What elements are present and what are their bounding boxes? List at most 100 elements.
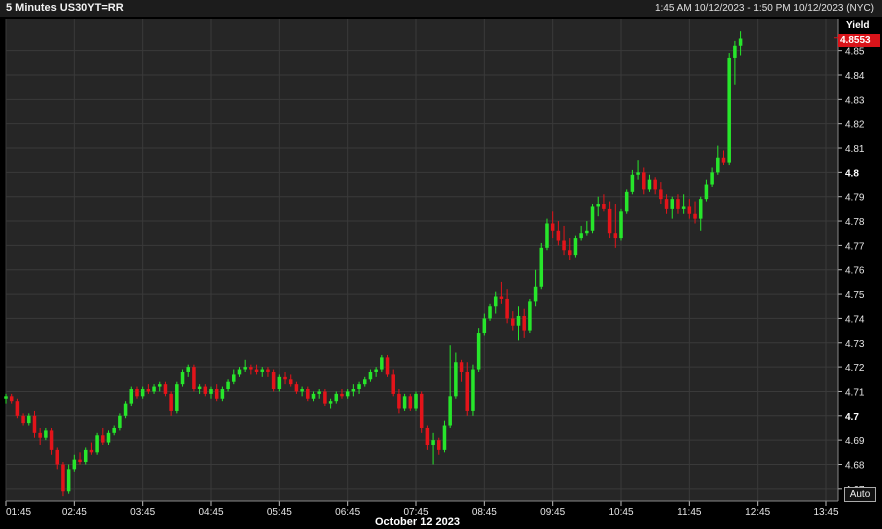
candle-body	[738, 38, 743, 46]
candle-body	[437, 440, 441, 450]
candle-body	[89, 449, 94, 453]
candle-body	[471, 369, 475, 411]
candle-body	[556, 230, 561, 241]
candle-body	[288, 379, 293, 385]
candle-body	[391, 374, 395, 394]
candle-body	[368, 371, 373, 380]
x-axis-date-label: October 12 2023	[375, 516, 460, 528]
candle-body	[727, 57, 731, 163]
candle-body	[613, 233, 618, 239]
candle-body	[180, 371, 185, 385]
candle-body	[260, 369, 265, 372]
candle-body	[186, 367, 190, 372]
candle-body	[419, 393, 424, 428]
candle-body	[721, 157, 726, 163]
candle-body	[664, 199, 669, 209]
x-tick-label: 10:45	[608, 507, 633, 518]
candle-body	[505, 298, 509, 319]
candle-body	[209, 389, 213, 394]
candle-body	[585, 230, 589, 234]
candle-body	[203, 386, 208, 394]
x-tick-label: 02:45	[62, 507, 87, 518]
candle-body	[61, 464, 65, 492]
candle-body	[710, 172, 714, 185]
x-tick-label: 06:45	[335, 507, 360, 518]
y-tick-label: 4.8	[845, 168, 859, 179]
candle-body	[266, 369, 270, 372]
candle-body	[630, 174, 635, 192]
candle-body	[163, 384, 168, 394]
x-tick-label: 13:45	[813, 507, 838, 518]
candle-body	[157, 384, 162, 387]
candle-body	[408, 396, 413, 409]
y-tick-label: 4.75	[845, 290, 865, 301]
x-tick-label: 11:45	[677, 507, 702, 518]
candle-body	[516, 315, 521, 326]
candle-body	[642, 172, 646, 190]
y-tick-label: 4.68	[845, 460, 865, 471]
candle-body	[465, 371, 470, 411]
candle-body	[140, 389, 145, 397]
candle-body	[357, 384, 361, 390]
candle-body	[698, 199, 703, 219]
y-tick-label: 4.69	[845, 436, 865, 447]
candle-body	[197, 386, 202, 390]
candle-body	[414, 393, 418, 409]
candle-body	[676, 199, 680, 209]
candle-body	[340, 393, 344, 397]
candle-body	[83, 449, 88, 463]
x-tick-label: 05:45	[267, 507, 292, 518]
candle-body	[55, 449, 60, 465]
candlestick-chart: 4.674.684.694.74.714.724.734.744.754.764…	[4, 19, 870, 518]
candle-body	[106, 432, 111, 443]
candle-body	[499, 296, 504, 299]
candle-body	[169, 393, 173, 411]
candle-body	[659, 189, 663, 200]
candle-body	[21, 415, 25, 424]
candle-body	[95, 435, 99, 453]
y-tick-label: 4.78	[845, 217, 865, 228]
candle-body	[488, 306, 492, 319]
candle-body	[243, 367, 247, 370]
candle-body	[716, 157, 720, 173]
candle-body	[602, 204, 606, 209]
candle-body	[448, 396, 452, 426]
candle-body	[454, 362, 458, 397]
x-tick-label: 09:45	[540, 507, 565, 518]
candle-body	[123, 403, 128, 416]
y-tick-label: 4.84	[845, 71, 865, 82]
candle-body	[72, 459, 77, 470]
candle-body	[175, 384, 179, 411]
candle-body	[32, 415, 37, 433]
candle-body	[334, 393, 339, 402]
candle-body	[300, 389, 304, 392]
candle-body	[693, 213, 697, 219]
x-tick-label: 03:45	[130, 507, 155, 518]
candle-body	[704, 184, 709, 200]
candle-body	[493, 296, 498, 307]
candle-body	[283, 376, 287, 380]
candle-body	[442, 425, 447, 450]
y-tick-label: 4.72	[845, 363, 865, 374]
y-tick-label: 4.73	[845, 339, 865, 350]
candle-body	[670, 199, 675, 209]
candle-body	[345, 391, 350, 397]
y-tick-label: 4.7	[845, 412, 859, 423]
candle-body	[277, 376, 282, 390]
candle-body	[511, 318, 515, 326]
auto-scale-button[interactable]: Auto	[844, 487, 876, 502]
y-tick-label: 4.85	[845, 47, 865, 58]
candle-body	[101, 435, 105, 443]
candle-body	[27, 415, 31, 424]
candle-body	[254, 369, 259, 372]
candle-body	[192, 367, 196, 390]
y-tick-label: 4.76	[845, 266, 865, 277]
candle-body	[232, 374, 236, 382]
y-tick-label: 4.77	[845, 241, 865, 252]
candle-body	[545, 223, 549, 248]
candle-body	[146, 389, 151, 392]
candle-body	[112, 427, 116, 433]
y-axis-title: Yield	[846, 20, 870, 31]
candle-body	[317, 391, 321, 394]
candle-body	[38, 432, 42, 438]
